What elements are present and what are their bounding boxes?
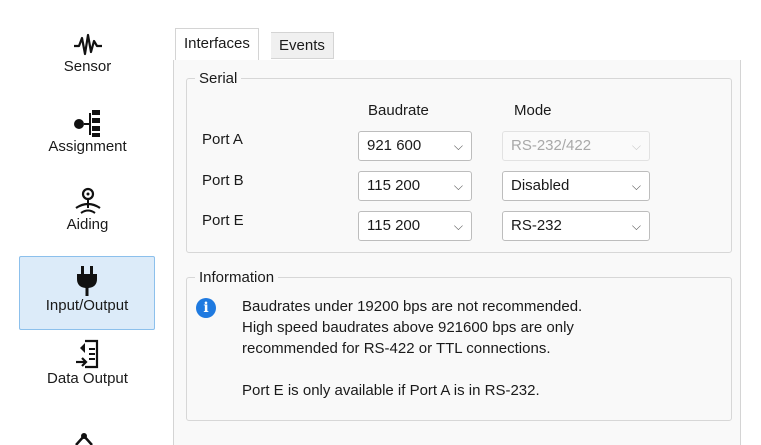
serial-group-title: Serial [199, 70, 238, 87]
port-b-baudrate-select[interactable]: 115 200 ⌵ [358, 171, 472, 201]
port-b-mode-select[interactable]: Disabled ⌵ [502, 171, 650, 201]
chevron-down-icon: ⌵ [631, 219, 641, 233]
info-icon: i [196, 298, 216, 318]
mode-column-header: Mode [514, 102, 552, 119]
info-line [242, 359, 702, 380]
port-a-mode-value: RS-232/422 [511, 137, 592, 154]
port-b-baudrate-value: 115 200 [367, 177, 421, 194]
port-a-label: Port A [202, 131, 243, 148]
port-e-baudrate-value: 115 200 [367, 217, 421, 234]
waveform-icon [73, 33, 102, 56]
tab-strip: Interfaces Events [173, 28, 741, 61]
port-a-baudrate-select[interactable]: 921 600 ⌵ [358, 131, 472, 161]
satellite-icon [74, 187, 101, 214]
sidebar: Sensor Assignment Aiding Input/Output Da… [0, 0, 165, 445]
tab-events[interactable]: Events [271, 32, 334, 59]
port-e-label: Port E [202, 212, 244, 229]
sidebar-item-label: Sensor [63, 58, 112, 75]
information-text: Baudrates under 19200 bps are not recomm… [242, 296, 702, 401]
data-output-icon [75, 339, 98, 369]
chevron-down-icon: ⌵ [631, 179, 641, 193]
sidebar-item-aiding[interactable]: Aiding [20, 186, 155, 250]
sidebar-item-label: Data Output [47, 370, 128, 387]
partial-nav-icon [75, 433, 93, 445]
chevron-down-icon: ⌵ [453, 179, 463, 193]
info-line: High speed baudrates above 921600 bps ar… [242, 319, 574, 336]
baudrate-column-header: Baudrate [368, 102, 429, 119]
sidebar-item-label: Assignment [48, 138, 127, 155]
port-e-mode-select[interactable]: RS-232 ⌵ [502, 211, 650, 241]
sidebar-item-label: Aiding [66, 216, 109, 233]
info-line: recommended for RS-422 or TTL connection… [242, 340, 551, 357]
info-line: Baudrates under 19200 bps are not recomm… [242, 298, 583, 315]
information-group-title: Information [199, 269, 275, 286]
port-b-mode-value: Disabled [511, 177, 570, 194]
info-line: Port E is only available if Port A is in… [242, 382, 540, 399]
port-e-baudrate-select[interactable]: 115 200 ⌵ [358, 211, 472, 241]
plug-icon [77, 266, 97, 296]
port-a-mode-select: RS-232/422 ⌵ [502, 131, 650, 161]
port-a-baudrate-value: 921 600 [367, 137, 422, 154]
sidebar-item-input-output[interactable]: Input/Output [19, 256, 155, 330]
sidebar-item-sensor[interactable]: Sensor [20, 32, 155, 94]
sidebar-item-label: Input/Output [45, 297, 129, 314]
port-b-label: Port B [202, 172, 244, 189]
chevron-down-icon: ⌵ [631, 139, 641, 153]
sidebar-item-assignment[interactable]: Assignment [20, 108, 155, 174]
sidebar-item-data-output[interactable]: Data Output [20, 338, 155, 410]
tab-interfaces[interactable]: Interfaces [175, 28, 259, 61]
tree-icon [73, 110, 100, 137]
port-e-mode-value: RS-232 [511, 217, 562, 234]
chevron-down-icon: ⌵ [453, 139, 463, 153]
chevron-down-icon: ⌵ [453, 219, 463, 233]
tab-body: Serial Baudrate Mode Port A 921 600 ⌵ RS… [173, 60, 741, 445]
